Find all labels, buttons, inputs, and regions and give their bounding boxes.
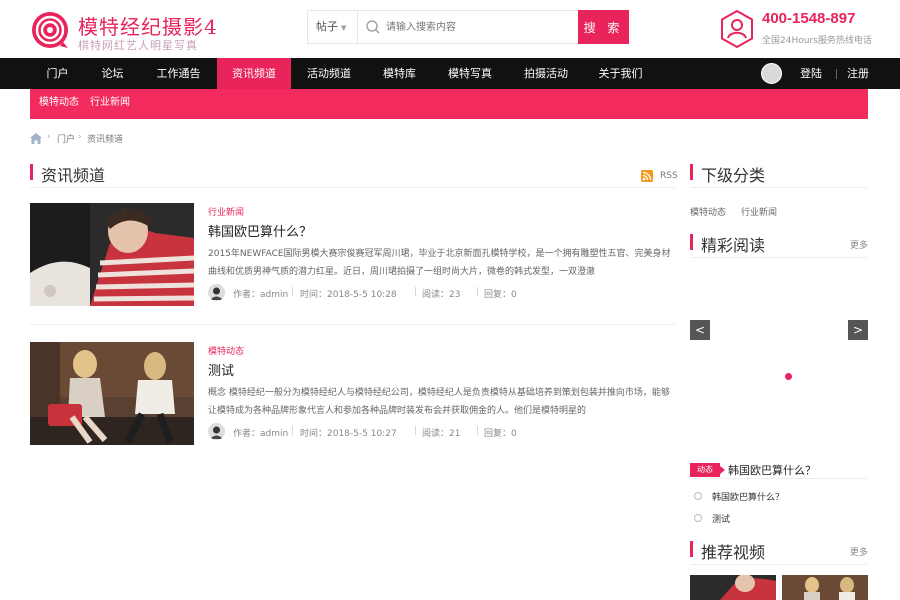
divider <box>690 478 868 479</box>
bullet-icon <box>694 514 702 522</box>
hotline-label: 全国24Hours服务热线电话 <box>762 36 872 46</box>
nav-item-shoots[interactable]: 拍摄活动 <box>508 58 584 89</box>
chevron-right-icon: › <box>47 132 51 142</box>
chevron-right-icon: › <box>78 132 82 142</box>
nav-item-portal[interactable]: 门户 <box>30 58 85 89</box>
article-thumbnail[interactable] <box>30 203 194 306</box>
featured-more-link[interactable]: 更多 <box>850 238 868 251</box>
main-section-header: 资讯频道 <box>30 162 676 188</box>
rss-label: RSS <box>660 171 678 181</box>
search-type-label: 帖子 <box>316 20 338 33</box>
article-category[interactable]: 行业新闻 <box>208 205 244 218</box>
dynamic-badge: 动态 <box>690 463 725 477</box>
article-divider <box>30 324 676 325</box>
search-button[interactable]: 搜 索 <box>578 10 629 44</box>
video-thumbnail[interactable] <box>690 575 776 600</box>
breadcrumb-portal[interactable]: 门户 <box>57 132 75 145</box>
main-nav: 门户 论坛 工作通告 资讯频道 活动频道 模特库 模特写真 拍摄活动 关于我们 … <box>0 58 900 89</box>
meta-divider: | <box>414 426 418 436</box>
meta-divider: | <box>414 287 418 297</box>
subcat-model-news[interactable]: 模特动态 <box>690 205 726 218</box>
search-type-select[interactable]: 帖子 ▼ <box>308 11 358 43</box>
list-item-label: 韩国欧巴算什么？ <box>712 493 785 503</box>
featured-slider: < > <box>690 264 868 394</box>
dynamic-title[interactable]: 韩国欧巴算什么？ <box>728 462 816 478</box>
nav-divider <box>836 69 837 79</box>
section-accent-bar <box>690 164 693 180</box>
meta-divider: | <box>291 426 295 436</box>
subcat-industry-news[interactable]: 行业新闻 <box>741 205 777 218</box>
article-author: 作者：admin <box>233 429 289 439</box>
article-time: 时间：2018-5-5 10:28 <box>300 290 397 300</box>
nav-item-about[interactable]: 关于我们 <box>584 58 657 89</box>
article-summary: 概念 模特经纪一般分为模特经纪人与模特经纪公司，模特经纪人是负责模特从基础培养到… <box>208 388 670 416</box>
subnav-item-industry-news[interactable]: 行业新闻 <box>90 89 130 117</box>
nav-item-forum[interactable]: 论坛 <box>85 58 140 89</box>
hotline-user-icon <box>721 10 753 48</box>
slider-indicator-dot[interactable] <box>785 373 792 380</box>
article-title[interactable]: 韩国欧巴算什么？ <box>208 221 312 240</box>
subcats-title: 下级分类 <box>701 166 766 185</box>
article-item: 模特动态 测试 概念 模特经纪一般分为模特经纪人与模特经纪公司，模特经纪人是负责… <box>30 342 676 446</box>
article-author: 作者：admin <box>233 290 289 300</box>
article-item: 行业新闻 韩国欧巴算什么？ 2015年NEWFACE国际男模大赛宗俊赛冠军周川珺… <box>30 203 676 307</box>
slider-prev-button[interactable]: < <box>690 320 710 340</box>
rss-icon <box>641 170 653 182</box>
section-accent-bar <box>690 541 693 557</box>
page-title: 资讯频道 <box>41 166 106 185</box>
search-input[interactable] <box>386 12 576 42</box>
nav-item-work-notice[interactable]: 工作通告 <box>140 58 217 89</box>
article-views: 阅读：21 <box>422 429 461 439</box>
nav-item-events[interactable]: 活动频道 <box>291 58 367 89</box>
article-views: 阅读：23 <box>422 290 461 300</box>
subnav-item-model-news[interactable]: 模特动态 <box>39 89 79 117</box>
article-time: 时间：2018-5-5 10:27 <box>300 429 397 439</box>
section-accent-bar <box>30 164 33 180</box>
article-title[interactable]: 测试 <box>208 360 234 379</box>
breadcrumb-news[interactable]: 资讯频道 <box>87 132 123 145</box>
login-link[interactable]: 登陆 <box>800 58 822 89</box>
video-thumbnail[interactable] <box>782 575 868 600</box>
video-thumbnails <box>690 575 868 600</box>
home-icon[interactable] <box>30 133 42 144</box>
search-icon <box>366 20 380 34</box>
video-more-link[interactable]: 更多 <box>850 545 868 558</box>
chevron-down-icon: ▼ <box>341 24 347 32</box>
bullet-icon <box>694 492 702 500</box>
article-replies: 回复：0 <box>484 290 517 300</box>
list-item-label: 测试 <box>712 515 731 525</box>
subcats-header: 下级分类 <box>690 162 868 188</box>
nav-item-model-photos[interactable]: 模特写真 <box>432 58 508 89</box>
nav-item-model-library[interactable]: 模特库 <box>367 58 432 89</box>
hotline-number: 400-1548-897 <box>762 10 856 27</box>
search-bar: 帖子▼ 搜 索 <box>307 10 629 44</box>
hotline: 400-1548-897 全国24Hours服务热线电话 <box>720 8 880 50</box>
register-link[interactable]: 注册 <box>847 58 869 89</box>
avatar[interactable] <box>208 423 225 440</box>
avatar[interactable] <box>208 284 225 301</box>
video-title: 推荐视频 <box>701 543 766 562</box>
meta-divider: | <box>291 287 295 297</box>
article-thumbnail[interactable] <box>30 342 194 445</box>
logo-swirl-icon <box>32 12 68 48</box>
featured-header: 精彩阅读 更多 <box>690 232 868 258</box>
meta-divider: | <box>476 426 480 436</box>
meta-divider: | <box>476 287 480 297</box>
section-accent-bar <box>690 234 693 250</box>
sub-nav: 模特动态 行业新闻 <box>30 89 868 119</box>
slider-next-button[interactable]: > <box>848 320 868 340</box>
article-summary: 2015年NEWFACE国际男模大赛宗俊赛冠军周川珺，毕业于北京新面孔模特学校，… <box>208 249 671 277</box>
article-replies: 回复：0 <box>484 429 517 439</box>
logo-title: 模特经纪摄影4 <box>78 15 218 39</box>
video-header: 推荐视频 更多 <box>690 539 868 565</box>
article-category[interactable]: 模特动态 <box>208 344 244 357</box>
site-logo[interactable]: 模特经纪摄影4 棋特网红艺人明星写真 <box>30 8 230 52</box>
header: 模特经纪摄影4 棋特网红艺人明星写真 帖子▼ 搜 索 400-1548-897 … <box>0 0 900 58</box>
logo-subtitle: 棋特网红艺人明星写真 <box>78 39 198 52</box>
avatar[interactable] <box>761 63 782 84</box>
nav-item-news[interactable]: 资讯频道 <box>217 58 291 89</box>
featured-title: 精彩阅读 <box>701 236 766 255</box>
